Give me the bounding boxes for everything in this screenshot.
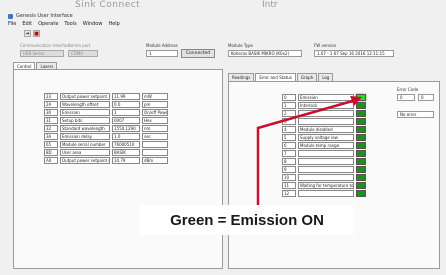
arrow-line xyxy=(256,98,357,206)
annotation-callout: Green = Emission ON xyxy=(140,205,354,235)
